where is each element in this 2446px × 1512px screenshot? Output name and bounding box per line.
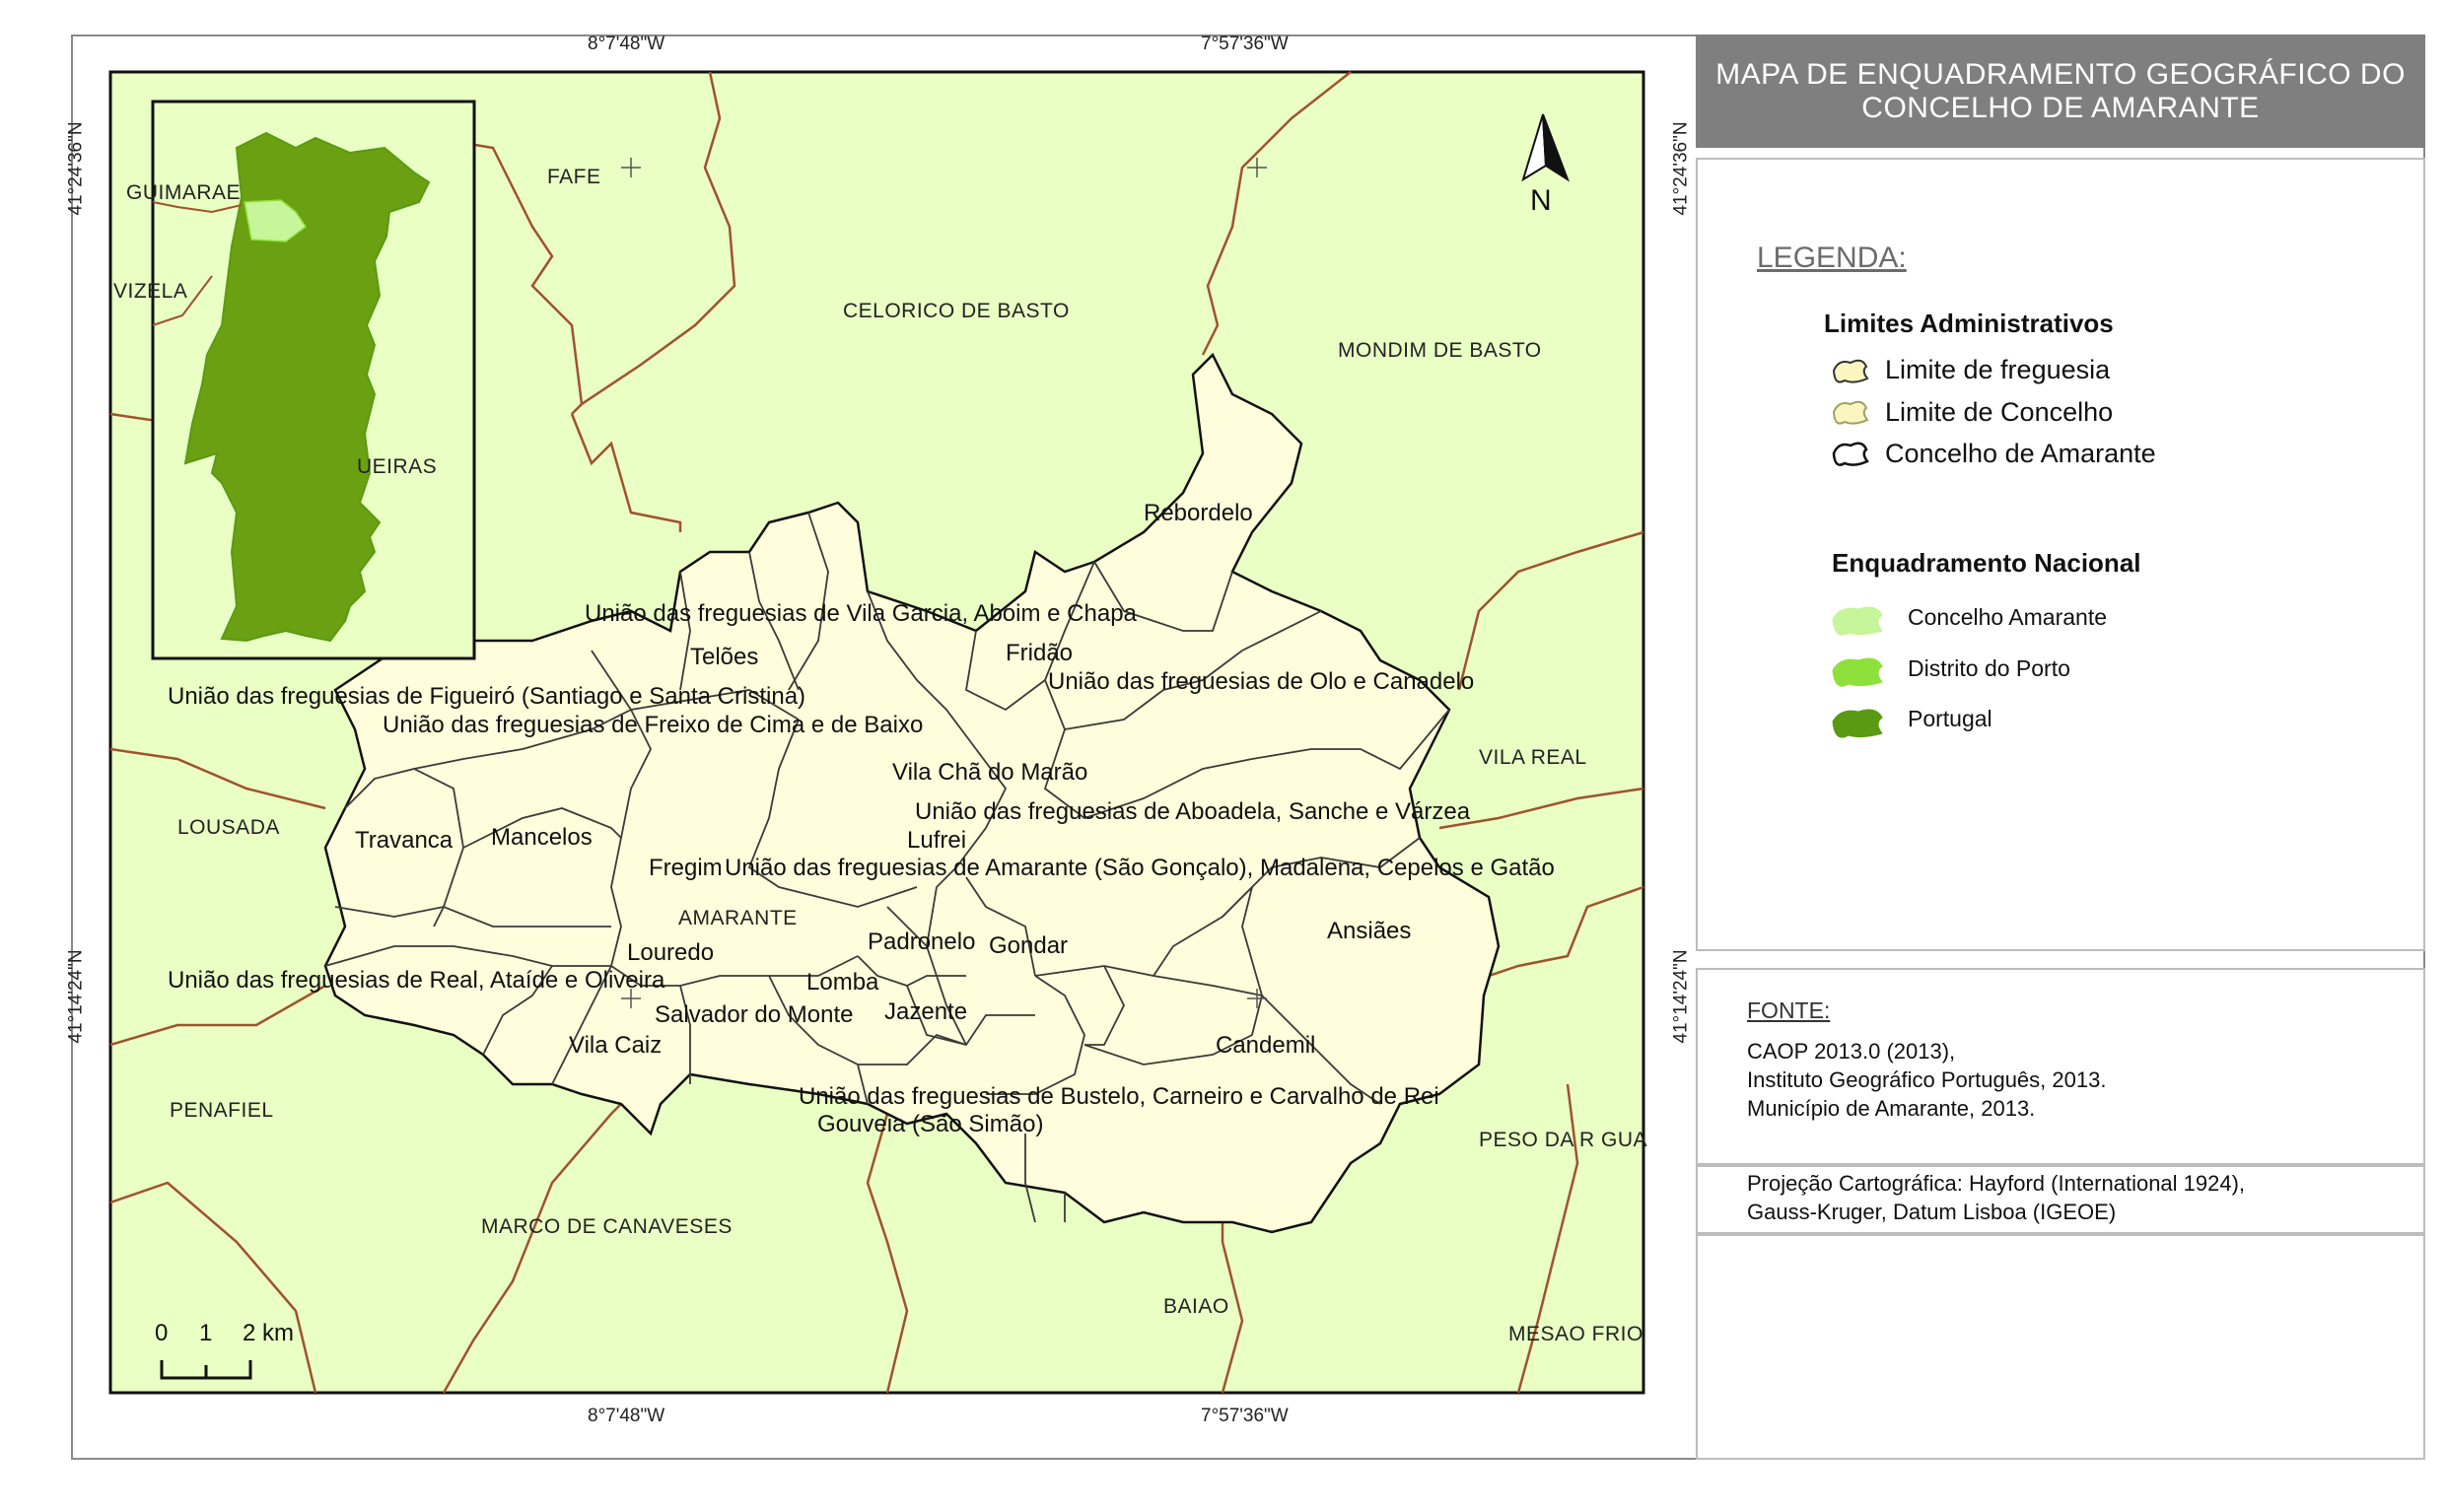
blank-panel <box>1696 1234 2425 1460</box>
parish-ansiaes: Ansiães <box>1327 918 1411 944</box>
parish-padronelo: Padronelo <box>868 928 975 955</box>
legend-portugal: Portugal <box>1908 706 1992 731</box>
inset-label-felgueiras: UEIRAS <box>357 455 437 478</box>
map-title: MAPA DE ENQUADRAMENTO GEOGRÁFICO DO CONC… <box>1715 57 2406 124</box>
legend-admin-symbols <box>1832 359 1869 466</box>
scale-label-1: 1 <box>199 1320 212 1346</box>
parish-louredo: Louredo <box>627 939 714 966</box>
neighbor-fafe: FAFE <box>547 166 601 188</box>
source-text: CAOP 2013.0 (2013), Instituto Geográfico… <box>1747 1039 2107 1121</box>
neighbor-peso: PESO DA R GUA <box>1479 1129 1647 1151</box>
neighbor-celorico: CELORICO DE BASTO <box>843 300 1070 322</box>
neighbor-lousada: LOUSADA <box>177 816 280 839</box>
inset-label-vizela: VIZELA <box>113 280 187 303</box>
scale-label-2: 2 km <box>243 1320 294 1346</box>
legend-concelho: Limite de Concelho <box>1885 397 2114 427</box>
north-label: N <box>1530 184 1552 217</box>
parish-real: União das freguesias de Real, Ataíde e O… <box>168 967 665 994</box>
legend-freguesia: Limite de freguesia <box>1885 355 2111 384</box>
neighbor-baiao: BAIAO <box>1163 1295 1229 1318</box>
parish-lomba: Lomba <box>806 969 879 996</box>
parish-vila-caiz: Vila Caiz <box>569 1032 662 1059</box>
parish-mancelos: Mancelos <box>491 824 593 851</box>
projection-text: Projeção Cartográfica: Hayford (Internat… <box>1747 1171 2246 1224</box>
parish-salvador: Salvador do Monte <box>655 1001 853 1028</box>
parish-freixo: União das freguesias de Freixo de Cima e… <box>383 712 923 738</box>
inset-label-guimaraes: GUIMARAE <box>126 181 241 204</box>
parish-olo: União das freguesias de Olo e Canadelo <box>1048 668 1474 695</box>
parish-teloes: Telões <box>690 644 758 670</box>
legend-national-heading: Enquadramento Nacional <box>1832 548 2141 578</box>
parish-figueiro: União das freguesias de Figueiró (Santia… <box>168 683 805 710</box>
neighbor-mesao: MESAO FRIO <box>1508 1323 1643 1345</box>
legend-amarante: Concelho de Amarante <box>1885 439 2156 468</box>
parish-rebordelo: Rebordelo <box>1144 500 1253 526</box>
neighbor-penafiel: PENAFIEL <box>170 1099 274 1122</box>
neighbor-marco: MARCO DE CANAVESES <box>481 1215 733 1238</box>
scale-label-0: 0 <box>155 1320 168 1346</box>
legend-distrito-porto: Distrito do Porto <box>1908 655 2070 681</box>
legend-admin-heading: Limites Administrativos <box>1824 309 2114 338</box>
map-title-box: MAPA DE ENQUADRAMENTO GEOGRÁFICO DO CONC… <box>1696 34 2425 148</box>
legend-concelho-amarante: Concelho Amarante <box>1908 604 2108 630</box>
neighbor-amarante: AMARANTE <box>678 907 798 929</box>
distrito-porto-swatch-icon <box>1832 657 1883 687</box>
parish-travanca: Travanca <box>355 827 454 854</box>
freguesia-symbol-icon <box>1832 359 1869 383</box>
source-heading: FONTE: <box>1747 997 1831 1023</box>
neighbor-mondim: MONDIM DE BASTO <box>1338 339 1542 362</box>
concelho-amarante-swatch-icon <box>1832 606 1883 636</box>
parish-aboadela: União das freguesias de Aboadela, Sanche… <box>915 798 1471 825</box>
parish-fregim: Fregim <box>649 855 723 881</box>
parish-lufrei: Lufrei <box>907 827 966 854</box>
parish-vila-cha: Vila Chã do Marão <box>892 759 1087 786</box>
parish-jazente: Jazente <box>884 998 967 1025</box>
legend-heading: LEGENDA: <box>1757 241 1907 274</box>
legend-national-symbols <box>1832 606 1883 738</box>
neighbor-vilareal: VILA REAL <box>1479 746 1587 769</box>
parish-vila-garcia: União das freguesias de Vila Garcia, Abo… <box>585 600 1138 627</box>
amarante-symbol-icon <box>1832 442 1869 466</box>
parish-bustelo: União das freguesias de Bustelo, Carneir… <box>799 1083 1439 1110</box>
parish-gouveia: Gouveia (São Simão) <box>817 1111 1043 1137</box>
parish-candemil: Candemil <box>1216 1032 1315 1059</box>
concelho-symbol-icon <box>1832 400 1869 425</box>
parish-gondar: Gondar <box>989 932 1068 959</box>
portugal-swatch-icon <box>1832 709 1883 738</box>
parish-fridao: Fridão <box>1006 640 1073 666</box>
parish-amarante-sg: União das freguesias de Amarante (São Go… <box>725 855 1555 881</box>
